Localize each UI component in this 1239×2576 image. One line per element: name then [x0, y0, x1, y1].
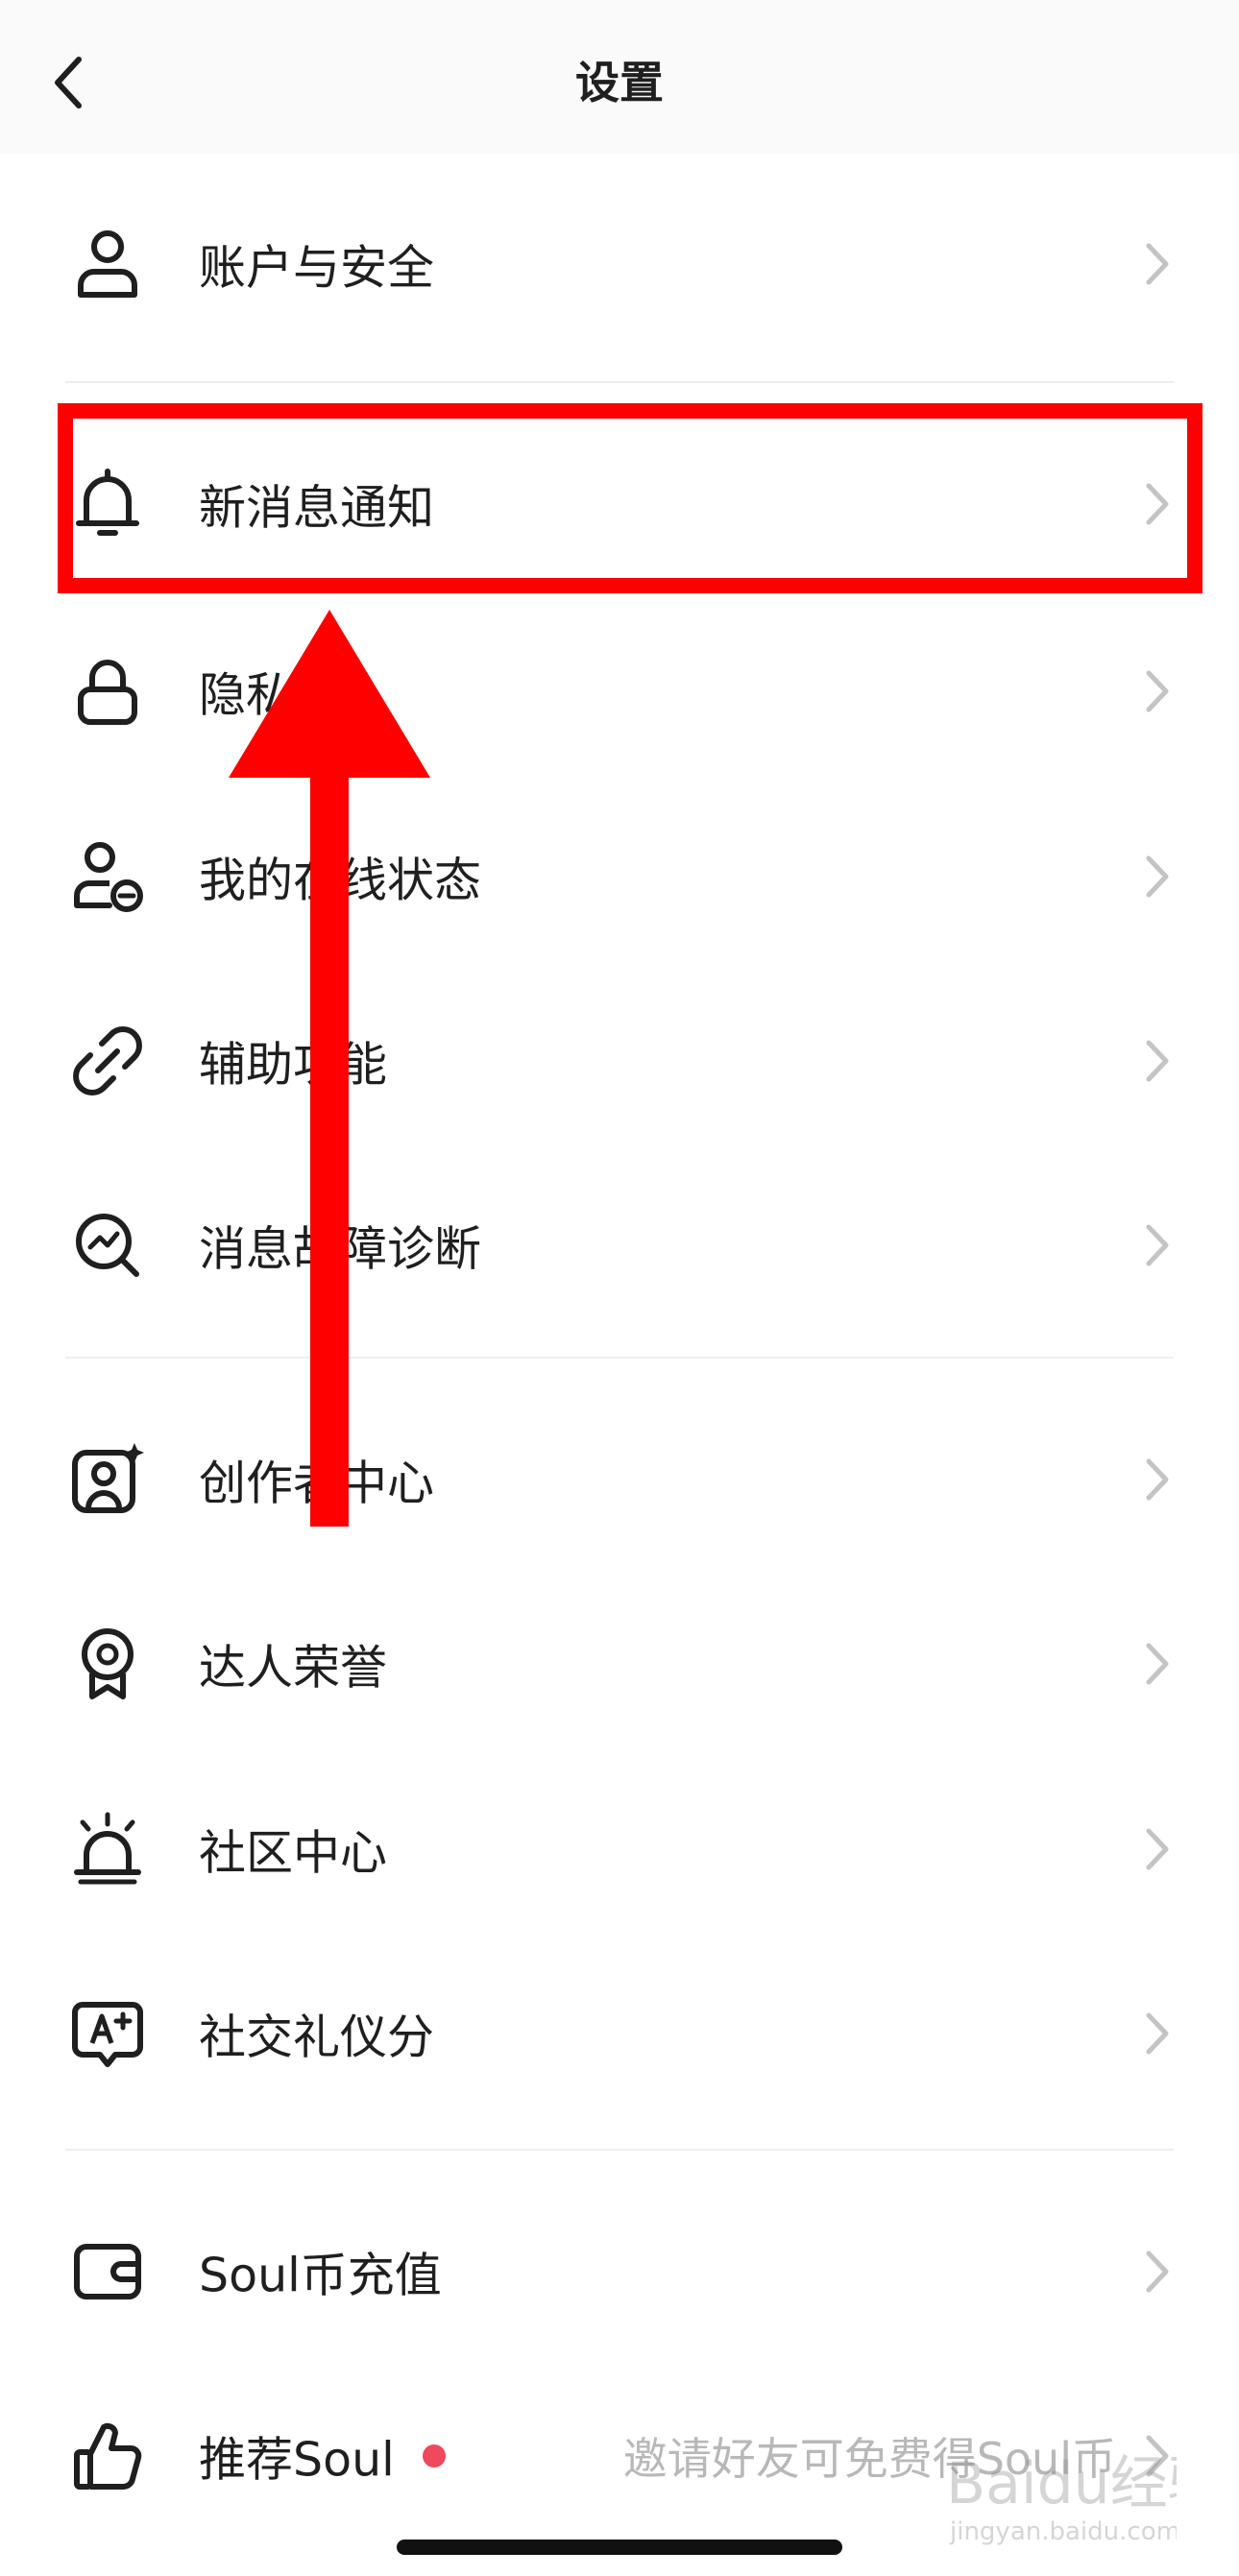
siren-icon: [74, 1812, 141, 1885]
settings-item-label: 账户与安全: [199, 240, 435, 296]
settings-item-online-status[interactable]: 我的在线状态: [0, 805, 1239, 949]
section-divider: [65, 381, 1174, 383]
page-title: 设置: [575, 57, 664, 108]
section-divider: [65, 2149, 1174, 2151]
settings-item-label: 推荐Soul: [199, 2432, 395, 2488]
wallet-icon: [74, 2244, 141, 2299]
diagnosis-search-icon: [76, 1214, 139, 1277]
chevron-right-icon: [1146, 1643, 1169, 1685]
settings-item-community-center[interactable]: 社区中心: [0, 1777, 1239, 1921]
badge-medal-icon: [82, 1628, 134, 1699]
up-arrow-annotation: [229, 610, 430, 1527]
chevron-right-icon: [1146, 855, 1169, 898]
creator-portrait-icon: [72, 1443, 144, 1513]
settings-item-expert-honors[interactable]: 达人荣誉: [0, 1592, 1239, 1736]
person-icon: [78, 230, 137, 298]
chevron-right-icon: [1146, 1040, 1169, 1082]
person-status-icon: [74, 842, 143, 912]
watermark-subtext: jingyan.baidu.com: [949, 2517, 1177, 2546]
nav-bar: 设置: [0, 0, 1239, 154]
link-icon: [73, 1026, 142, 1095]
settings-item-label: 社交礼仪分: [199, 2010, 435, 2065]
settings-item-label: Soul币充值: [199, 2248, 442, 2303]
watermark-text: Baidu经验: [946, 2450, 1177, 2517]
settings-item-privacy[interactable]: 隐私: [0, 619, 1239, 763]
settings-item-account-security[interactable]: 账户与安全: [0, 192, 1239, 336]
chevron-right-icon: [1146, 670, 1169, 712]
notification-dot: [423, 2444, 446, 2468]
chevron-right-icon: [1146, 1458, 1169, 1501]
chevron-right-icon: [1146, 2012, 1169, 2055]
settings-item-social-etiquette[interactable]: 社交礼仪分: [0, 1962, 1239, 2106]
chevron-right-icon: [1146, 1224, 1169, 1266]
settings-item-message-diagnosis[interactable]: 消息故障诊断: [0, 1173, 1239, 1317]
etiquette-score-icon: [72, 2002, 143, 2067]
settings-item-label: 社区中心: [199, 1825, 388, 1881]
home-indicator: [397, 2540, 842, 2555]
settings-item-creator-center[interactable]: 创作者中心: [0, 1408, 1239, 1552]
chevron-right-icon: [1146, 243, 1169, 285]
thumbs-up-icon: [74, 2422, 142, 2490]
lock-icon: [78, 660, 137, 725]
settings-item-label: 达人荣誉: [199, 1640, 388, 1696]
chevron-right-icon: [1146, 1828, 1169, 1870]
highlight-box: [58, 403, 1203, 593]
settings-item-accessibility[interactable]: 辅助功能: [0, 989, 1239, 1133]
chevron-right-icon: [1146, 2251, 1169, 2293]
settings-item-soul-coin-recharge[interactable]: Soul币充值: [0, 2200, 1239, 2344]
watermark-logo: Baidu经验 jingyan.baidu.com: [946, 2450, 1177, 2546]
